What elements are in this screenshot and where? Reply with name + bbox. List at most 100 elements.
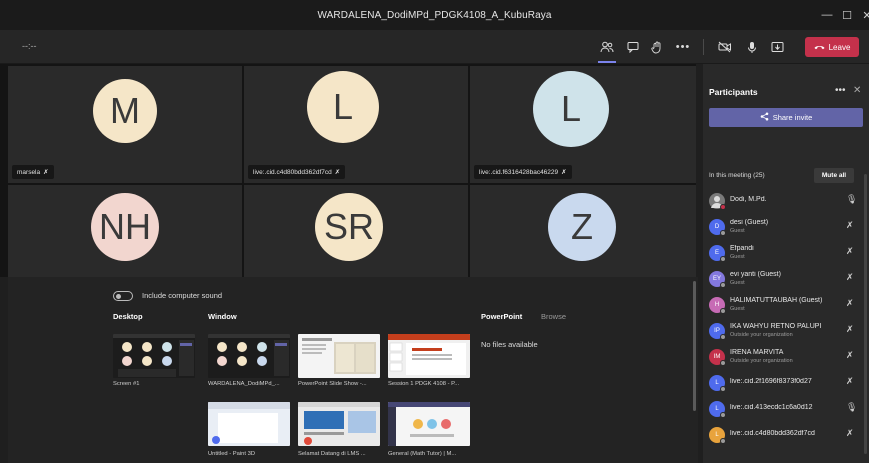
participant-name: live:.cid.413ecdc1c6a0d12 [730,404,813,411]
participant-row[interactable]: H HALIMATUTTAUBAH (Guest) Guest ✗ [703,293,869,317]
avatar: Z [548,193,616,261]
participant-name: Efpandi [730,245,754,252]
share-tray-icon[interactable] [766,37,788,57]
participant-row[interactable]: D desi (Guest) Guest ✗ [703,215,869,239]
meeting-timer: --:-- [22,41,37,51]
mute-all-button[interactable]: Mute all [814,168,854,183]
mic-icon[interactable]: 🎙 [846,402,857,413]
mic-off-icon[interactable]: ✗ [846,376,854,387]
participant-row[interactable]: E Efpandi Guest ✗ [703,241,869,265]
participant-role: Outside your organization [730,358,793,364]
window-label: Untitled - Paint 3D [208,451,256,457]
window-thumbnail-math-tutor[interactable] [388,402,470,446]
participant-name-chip: live:.cid.c4d80bdd362df7cd ✗ [248,165,346,179]
mic-icon[interactable]: 🎙 [846,194,857,205]
window-title: WARDALENA_DodiMPd_PDGK4108_A_KubuRaya [317,9,552,21]
video-tile[interactable]: M marsela ✗ [8,66,242,183]
window-thumbnail-paint-3d[interactable] [208,402,290,446]
video-tile[interactable]: Z [470,185,696,277]
raise-hand-icon[interactable] [646,37,668,57]
participant-row[interactable]: IM IRENA MARVITA Outside your organizati… [703,345,869,369]
include-sound-toggle[interactable] [113,291,133,301]
window-label: PowerPoint Slide Show -... [298,381,367,387]
in-meeting-count: In this meeting (25) [709,172,765,179]
leave-button[interactable]: Leave [805,37,859,57]
share-tray-scrollbar[interactable] [693,281,696,411]
presence-dot [720,412,726,418]
mic-icon[interactable] [741,37,763,57]
more-icon[interactable]: ••• [835,85,846,96]
presence-dot [720,282,726,288]
screen-1-thumbnail[interactable] [113,334,195,378]
presence-dot [720,438,726,444]
participant-role: Guest [730,306,745,312]
close-icon[interactable]: ✕ [853,85,861,96]
mic-off-icon[interactable]: ✗ [846,324,854,335]
participant-row[interactable]: L live:.cid.c4d80bdd362df7cd ✗ [703,423,869,447]
panel-title: Participants [709,87,758,97]
presence-dot [720,360,726,366]
presence-dot [720,386,726,392]
include-sound-label: Include computer sound [142,291,223,300]
mic-off-icon: ✗ [43,169,49,176]
share-invite-label: Share invite [772,113,813,122]
presence-dot [720,308,726,314]
participant-row[interactable]: Dodi, M.Pd. 🎙 [703,189,869,213]
participant-name: live:.cid.c4d80bdd362df7cd [730,430,815,437]
close-icon[interactable]: ✕ [855,0,869,30]
video-tile[interactable]: SR [244,185,468,277]
participant-row[interactable]: L live:.cid.413ecdc1c6a0d12 🎙 [703,397,869,421]
participant-name: HALIMATUTTAUBAH (Guest) [730,297,823,304]
participant-name: evi yanti (Guest) [730,271,781,278]
participant-role: Guest [730,228,745,234]
video-tile[interactable]: L live:.cid.c4d80bdd362df7cd ✗ [244,66,468,183]
mic-off-icon[interactable]: ✗ [846,272,854,283]
window-label: Session 1 PDGK 4108 - P... [388,381,460,387]
window-thumbnail-session-pdgk[interactable] [388,334,470,378]
mic-off-icon[interactable]: ✗ [846,298,854,309]
share-invite-button[interactable]: Share invite [709,108,863,127]
title-bar: WARDALENA_DodiMPd_PDGK4108_A_KubuRaya — … [0,0,869,30]
participant-role: Outside your organization [730,332,793,338]
participants-scrollbar[interactable] [864,174,867,454]
share-tray: Include computer sound Desktop Window Po… [8,277,698,463]
participant-row[interactable]: IP IKA WAHYU RETNO PALUPI Outside your o… [703,319,869,343]
phone-icon [814,43,825,52]
participant-name: IRENA MARVITA [730,349,784,356]
teams-meeting-window: WARDALENA_DodiMPd_PDGK4108_A_KubuRaya — … [0,0,869,463]
participants-panel: Participants ••• ✕ Share invite In this … [703,64,869,463]
window-thumbnail-lms[interactable] [298,402,380,446]
camera-off-icon[interactable] [714,37,736,57]
video-tile[interactable]: L live:.cid.f6316428bac46229 ✗ [470,66,696,183]
window-label: WARDALENA_DodiMPd_... [208,381,280,387]
presence-dot [720,256,726,262]
powerpoint-heading: PowerPoint [481,312,523,321]
browse-link[interactable]: Browse [541,312,566,321]
toolbar-divider [703,39,704,55]
presence-dot [720,334,726,340]
video-grid: M marsela ✗ L live:.cid.c4d80bdd362df7cd ✗… [0,64,696,277]
more-icon[interactable]: ••• [672,37,694,57]
avatar: L [533,71,609,147]
participant-name-chip: marsela ✗ [12,165,54,179]
participant-row[interactable]: EY evi yanti (Guest) Guest ✗ [703,267,869,291]
mic-off-icon[interactable]: ✗ [846,220,854,231]
window-thumbnail-powerpoint-slideshow[interactable] [298,334,380,378]
window-heading: Window [208,312,237,321]
mic-off-icon[interactable]: ✗ [846,350,854,361]
leave-label: Leave [828,42,851,52]
presence-dot [720,204,726,210]
chat-icon[interactable] [622,37,644,57]
mic-off-icon[interactable]: ✗ [846,246,854,257]
screen-1-label: Screen #1 [113,381,140,387]
participant-row[interactable]: L live:.cid.2f1696f8373f0d27 ✗ [703,371,869,395]
desktop-heading: Desktop [113,312,143,321]
window-thumbnail-teams[interactable] [208,334,290,378]
participants-icon[interactable] [596,37,618,63]
participant-name: Dodi, M.Pd. [730,196,767,203]
window-label: General (Math Tutor) | M... [388,451,457,457]
participant-name: live:.cid.2f1696f8373f0d27 [730,378,812,385]
video-tile[interactable]: NH [8,185,242,277]
window-label: Selamat Datang di LMS ... [298,451,366,457]
mic-off-icon[interactable]: ✗ [846,428,854,439]
